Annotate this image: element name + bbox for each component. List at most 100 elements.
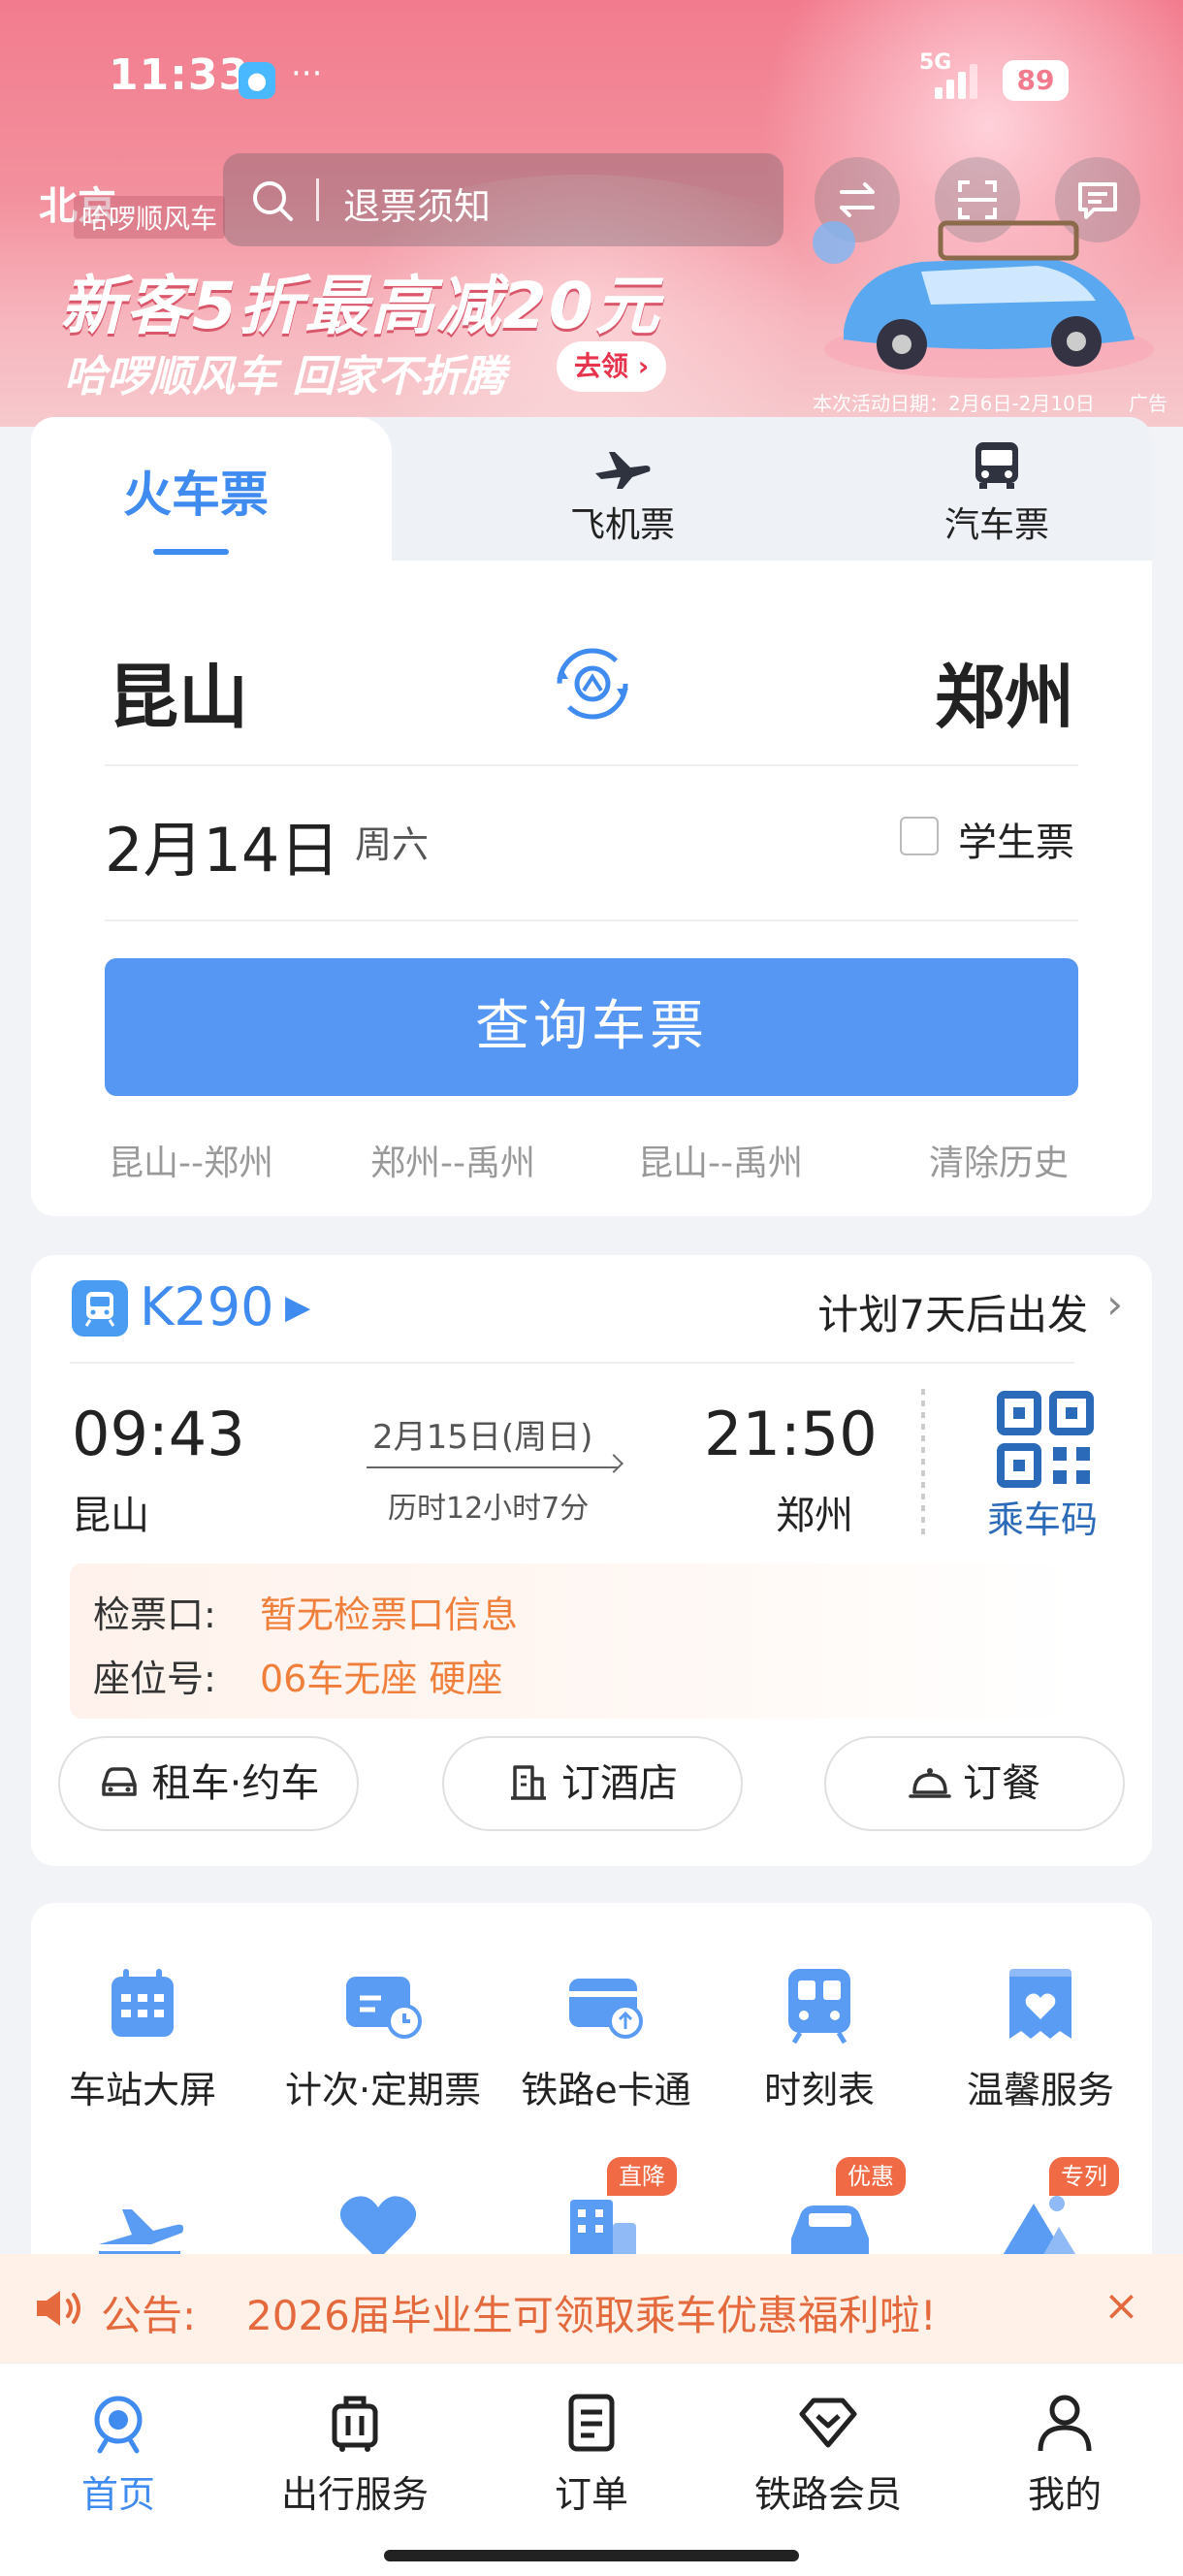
trip-duration: 历时12小时7分 — [388, 1492, 590, 1526]
promo-banner[interactable]: 11:33 ● ··· 5G 89 北京 退票须知 哈啰顺风车 新客5折最高减2… — [0, 0, 1183, 427]
promo-brand: 哈啰顺风车 — [74, 196, 226, 239]
building-icon — [570, 2200, 636, 2262]
travel-weekday: 周六 — [355, 823, 430, 866]
home-icon — [94, 2396, 143, 2454]
service-warm-service[interactable]: 温馨服务 — [929, 1963, 1152, 2113]
nav-label: 出行服务 — [280, 2473, 429, 2516]
check-in-label: 检票口: — [93, 1594, 216, 1636]
arrival-station: 郑州 — [776, 1494, 853, 1538]
student-ticket-label[interactable]: 学生票 — [958, 811, 1074, 867]
status-time: 11:33 — [109, 50, 250, 100]
train-icon — [72, 1280, 128, 1336]
query-tickets-button[interactable]: 查询车票 — [105, 958, 1078, 1096]
close-icon[interactable]: × — [1103, 2281, 1139, 2331]
search-divider — [316, 178, 319, 221]
search-bar[interactable]: 退票须知 — [223, 153, 783, 246]
seat-label: 座位号: — [93, 1658, 216, 1700]
nav-label: 铁路会员 — [753, 2473, 902, 2516]
ticket-tabs: 火车票 飞机票 汽车票 — [31, 417, 1152, 561]
qr-code-label[interactable]: 乘车码 — [987, 1490, 1098, 1543]
train-number[interactable]: K290 — [140, 1276, 273, 1337]
nav-label: 我的 — [1027, 2473, 1102, 2516]
speaker-icon — [37, 2291, 80, 2326]
hotel-button[interactable]: 订酒店 — [442, 1736, 743, 1831]
play-arrow-icon[interactable]: ▶ — [285, 1288, 310, 1327]
service-label: 时刻表 — [763, 2069, 875, 2111]
from-station[interactable]: 昆山 — [109, 640, 248, 742]
airplane-icon — [99, 2209, 184, 2257]
service-car[interactable] — [782, 2184, 879, 2262]
swap-stations-icon[interactable] — [549, 640, 636, 727]
chevron-right-icon[interactable]: › — [1106, 1280, 1123, 1328]
arrival-date: 2月15日(周日) — [372, 1418, 593, 1457]
service-rail-card[interactable]: 铁路e卡通 — [495, 1963, 718, 2113]
service-hotel[interactable] — [555, 2184, 652, 2262]
heart-icon — [339, 2196, 417, 2260]
promo-title: 新客5折最高减20元 — [60, 269, 661, 343]
search-input[interactable]: 退票须知 — [343, 177, 491, 230]
search-icon — [253, 181, 293, 221]
service-timed-ticket[interactable]: 计次·定期票 — [272, 1963, 495, 2113]
clear-history-button[interactable]: 清除历史 — [929, 1135, 1069, 1185]
status-bar: 11:33 ● ··· 5G 89 — [0, 0, 1183, 155]
divider — [70, 1362, 1074, 1364]
nav-label: 订单 — [554, 2473, 628, 2516]
history-item[interactable]: 昆山--郑州 — [109, 1135, 273, 1185]
service-label: 温馨服务 — [966, 2069, 1114, 2111]
order-icon — [568, 2394, 615, 2452]
order-meal-button[interactable]: 订餐 — [824, 1736, 1125, 1831]
service-flight[interactable] — [93, 2184, 190, 2262]
discount-tag: 直降 — [607, 2157, 677, 2196]
order-meal-label: 订餐 — [963, 1761, 1040, 1806]
announcement-text[interactable]: 2026届毕业生可领取乘车优惠福利啦! — [246, 2283, 937, 2342]
notification-app-icon: ● — [239, 62, 275, 99]
nav-home[interactable]: 首页 — [21, 2391, 215, 2518]
nav-orders[interactable]: 订单 — [495, 2391, 688, 2518]
tab-train[interactable]: 火车票 — [31, 417, 392, 561]
car-illustration — [813, 220, 1154, 378]
promo-claim-button[interactable]: 去领 › — [557, 341, 667, 392]
car-hailing-button[interactable]: 租车·约车 — [58, 1736, 359, 1831]
announcement-label: 公告: — [101, 2292, 197, 2339]
service-label: 计次·定期票 — [284, 2069, 482, 2111]
car-hailing-label: 租车·约车 — [151, 1761, 320, 1806]
calendar-grid-icon — [112, 1969, 174, 2037]
upcoming-trip-card[interactable]: K290 ▶ 计划7天后出发 › 09:43 昆山 2月15日(周日) 历时12… — [31, 1255, 1152, 1866]
travel-date[interactable]: 2月14日 — [105, 801, 339, 888]
departure-station: 昆山 — [72, 1494, 149, 1538]
tab-bus[interactable]: 汽车票 — [871, 435, 1123, 551]
discount-tag: 优惠 — [836, 2157, 906, 2196]
more-notifications-icon: ··· — [291, 54, 323, 93]
qr-code-icon[interactable] — [997, 1391, 1094, 1488]
service-heart[interactable] — [330, 2184, 427, 2262]
diamond-icon — [799, 2398, 857, 2448]
discount-tag: 专列 — [1049, 2157, 1119, 2196]
service-special-train[interactable] — [991, 2184, 1088, 2262]
tab-bus-label: 汽车票 — [943, 505, 1049, 545]
airplane-icon — [595, 452, 651, 489]
to-station[interactable]: 郑州 — [935, 640, 1074, 742]
nav-travel-services[interactable]: 出行服务 — [258, 2391, 452, 2518]
nav-label: 首页 — [80, 2473, 155, 2516]
history-item[interactable]: 郑州--禹州 — [370, 1135, 535, 1185]
heart-service-icon — [1009, 1969, 1071, 2039]
service-timetable[interactable]: 时刻表 — [708, 1963, 931, 2113]
promo-date: 本次活动日期：2月6日-2月10日 — [813, 392, 1095, 415]
tab-flight-label: 飞机票 — [569, 505, 675, 545]
student-ticket-checkbox[interactable] — [900, 817, 939, 855]
departure-plan[interactable]: 计划7天后出发 — [817, 1282, 1088, 1341]
divider — [105, 919, 1078, 921]
service-station-screen[interactable]: 车站大屏 — [31, 1963, 254, 2113]
home-indicator[interactable] — [384, 2550, 799, 2561]
user-icon — [1038, 2395, 1092, 2452]
nav-profile[interactable]: 我的 — [968, 2391, 1162, 2518]
promo-subtitle: 哈啰顺风车 回家不折腾 — [64, 352, 506, 402]
car-icon — [791, 2206, 869, 2256]
history-item[interactable]: 昆山--禹州 — [638, 1135, 803, 1185]
hotel-icon — [511, 1765, 546, 1800]
service-label: 车站大屏 — [68, 2069, 216, 2111]
arrow-icon — [604, 1454, 623, 1473]
nav-rail-membership[interactable]: 铁路会员 — [731, 2391, 925, 2518]
tab-flight[interactable]: 飞机票 — [496, 435, 749, 551]
announcement-bar[interactable]: 公告: 2026届毕业生可领取乘车优惠福利啦! × — [0, 2254, 1183, 2363]
